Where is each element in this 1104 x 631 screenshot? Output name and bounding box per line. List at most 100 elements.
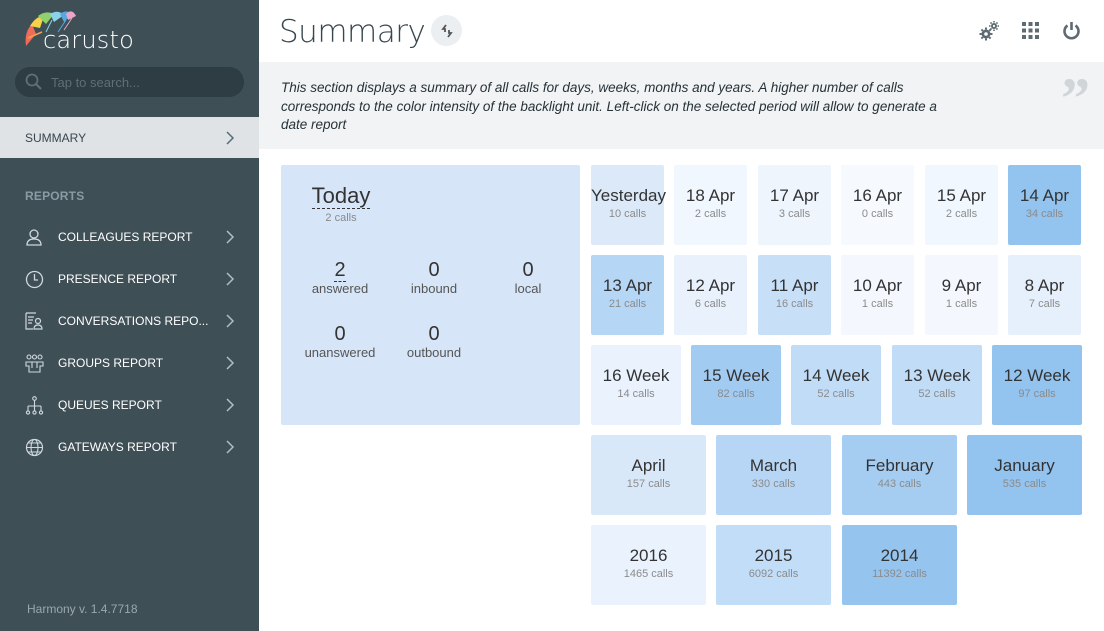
- tile-label: 14 Week: [802, 366, 870, 385]
- stat-outbound: 0 outbound: [389, 322, 479, 360]
- tile-calls: 157 calls: [626, 478, 671, 490]
- tile-calls: 1465 calls: [623, 568, 674, 580]
- tile-label: 12 Week: [1003, 366, 1071, 385]
- day-tile[interactable]: 15 Apr 2 calls: [925, 165, 998, 245]
- stat-local: 0 local: [483, 258, 573, 296]
- sidebar-item-label: SUMMARY: [25, 130, 87, 145]
- tile-label: 17 Apr: [769, 186, 820, 205]
- search-input[interactable]: [51, 74, 231, 90]
- main-content: Summary This section displays a summary …: [259, 0, 1104, 631]
- sidebar-item-conversations-report[interactable]: CONVERSATIONS REPO...: [0, 300, 259, 342]
- today-card: Today 2 calls 2 answered 0 inbound 0 loc…: [281, 165, 580, 425]
- sidebar-item-summary[interactable]: SUMMARY: [0, 117, 259, 158]
- stat-inbound: 0 inbound: [389, 258, 479, 296]
- year-tile[interactable]: 2015 6092 calls: [716, 525, 831, 605]
- week-tile[interactable]: 15 Week 82 calls: [691, 345, 781, 425]
- today-link[interactable]: Today: [311, 183, 371, 209]
- refresh-icon: [440, 23, 453, 38]
- stat-unanswered: 0 unanswered: [295, 322, 385, 360]
- day-tile[interactable]: 9 Apr 1 calls: [925, 255, 998, 335]
- tile-calls: 97 calls: [1018, 388, 1056, 400]
- top-actions: [979, 20, 1082, 41]
- day-tile[interactable]: 14 Apr 34 calls: [1008, 165, 1081, 245]
- sidebar-item-label: GROUPS REPORT: [58, 356, 164, 370]
- user-icon: [24, 227, 44, 247]
- sidebar-item-presence-report[interactable]: PRESENCE REPORT: [0, 258, 259, 300]
- day-tile[interactable]: 17 Apr 3 calls: [758, 165, 831, 245]
- month-tile[interactable]: March 330 calls: [716, 435, 831, 515]
- day-tile[interactable]: 18 Apr 2 calls: [674, 165, 747, 245]
- day-tile[interactable]: 8 Apr 7 calls: [1008, 255, 1081, 335]
- refresh-button[interactable]: [431, 15, 462, 46]
- stat-label: answered: [311, 281, 369, 296]
- stat-value[interactable]: 2: [334, 259, 346, 282]
- tile-calls: 535 calls: [1002, 478, 1047, 490]
- tile-label: 2014: [880, 546, 919, 565]
- year-tile[interactable]: 2016 1465 calls: [591, 525, 706, 605]
- logout-button[interactable]: [1061, 20, 1082, 41]
- reports-heading: REPORTS: [25, 189, 85, 203]
- tile-label: 11 Apr: [770, 276, 819, 295]
- apps-grid-button[interactable]: [1020, 20, 1041, 41]
- topbar: Summary: [259, 0, 1104, 62]
- week-tile[interactable]: 12 Week 97 calls: [992, 345, 1082, 425]
- sidebar-item-gateways-report[interactable]: GATEWAYS REPORT: [0, 426, 259, 468]
- day-tile[interactable]: 10 Apr 1 calls: [841, 255, 914, 335]
- tile-calls: 82 calls: [717, 388, 755, 400]
- tile-label: 10 Apr: [852, 276, 903, 295]
- week-tile[interactable]: 16 Week 14 calls: [591, 345, 681, 425]
- month-tile[interactable]: February 443 calls: [842, 435, 957, 515]
- month-tile[interactable]: January 535 calls: [967, 435, 1082, 515]
- sidebar-item-queues-report[interactable]: QUEUES REPORT: [0, 384, 259, 426]
- chevron-right-icon: [226, 272, 235, 286]
- stat-answered: 2 answered: [295, 258, 385, 296]
- tile-calls: 2 calls: [945, 208, 978, 220]
- tile-label: 16 Week: [602, 366, 670, 385]
- sidebar-item-label: CONVERSATIONS REPO...: [58, 314, 209, 328]
- sidebar-item-label: GATEWAYS REPORT: [58, 440, 177, 454]
- tile-calls: 443 calls: [877, 478, 922, 490]
- tile-label: 13 Week: [903, 366, 971, 385]
- sidebar-item-label: PRESENCE REPORT: [58, 272, 178, 286]
- day-tile[interactable]: 11 Apr 16 calls: [758, 255, 831, 335]
- globe-icon: [24, 437, 44, 457]
- sidebar: carusto SUMMARY REPORTS COLLEAGUES REPOR…: [0, 0, 259, 631]
- stat-value: 0: [334, 323, 346, 345]
- tile-label: 12 Apr: [685, 276, 736, 295]
- year-tile[interactable]: 2014 11392 calls: [842, 525, 957, 605]
- sidebar-item-groups-report[interactable]: GROUPS REPORT: [0, 342, 259, 384]
- settings-button[interactable]: [979, 20, 1000, 41]
- tile-label: 9 Apr: [941, 276, 982, 295]
- stat-label: outbound: [406, 345, 462, 360]
- stat-value: 0: [428, 323, 440, 345]
- stat-label: inbound: [410, 281, 458, 296]
- info-banner: This section displays a summary of all c…: [259, 62, 1104, 149]
- sidebar-item-colleagues-report[interactable]: COLLEAGUES REPORT: [0, 216, 259, 258]
- search-box[interactable]: [15, 67, 244, 97]
- tile-calls: 10 calls: [608, 208, 647, 220]
- tile-label: 2015: [754, 546, 793, 565]
- tile-label: 2016: [629, 546, 668, 565]
- quote-icon: ”: [1061, 66, 1090, 131]
- day-tile[interactable]: 16 Apr 0 calls: [841, 165, 914, 245]
- app-version: Harmony v. 1.4.7718: [27, 602, 138, 616]
- month-tile[interactable]: April 157 calls: [591, 435, 706, 515]
- tile-calls: 3 calls: [778, 208, 811, 220]
- tile-label: April: [631, 456, 666, 475]
- stat-label: unanswered: [304, 345, 376, 360]
- group-icon: [24, 353, 44, 373]
- tile-calls: 6 calls: [694, 298, 727, 310]
- stat-value: 0: [428, 259, 440, 281]
- week-tile[interactable]: 14 Week 52 calls: [791, 345, 881, 425]
- logo-text: carusto: [43, 26, 134, 54]
- day-tile[interactable]: Yesterday 10 calls: [591, 165, 666, 245]
- tile-label: 13 Apr: [602, 276, 653, 295]
- day-tile[interactable]: 12 Apr 6 calls: [674, 255, 747, 335]
- day-tile[interactable]: 13 Apr 21 calls: [591, 255, 664, 335]
- week-tile[interactable]: 13 Week 52 calls: [892, 345, 982, 425]
- tile-calls: 11392 calls: [872, 568, 927, 580]
- tile-label: 8 Apr: [1024, 276, 1065, 295]
- tile-calls: 52 calls: [817, 388, 855, 400]
- page-title: Summary: [279, 14, 426, 50]
- chevron-right-icon: [226, 131, 235, 145]
